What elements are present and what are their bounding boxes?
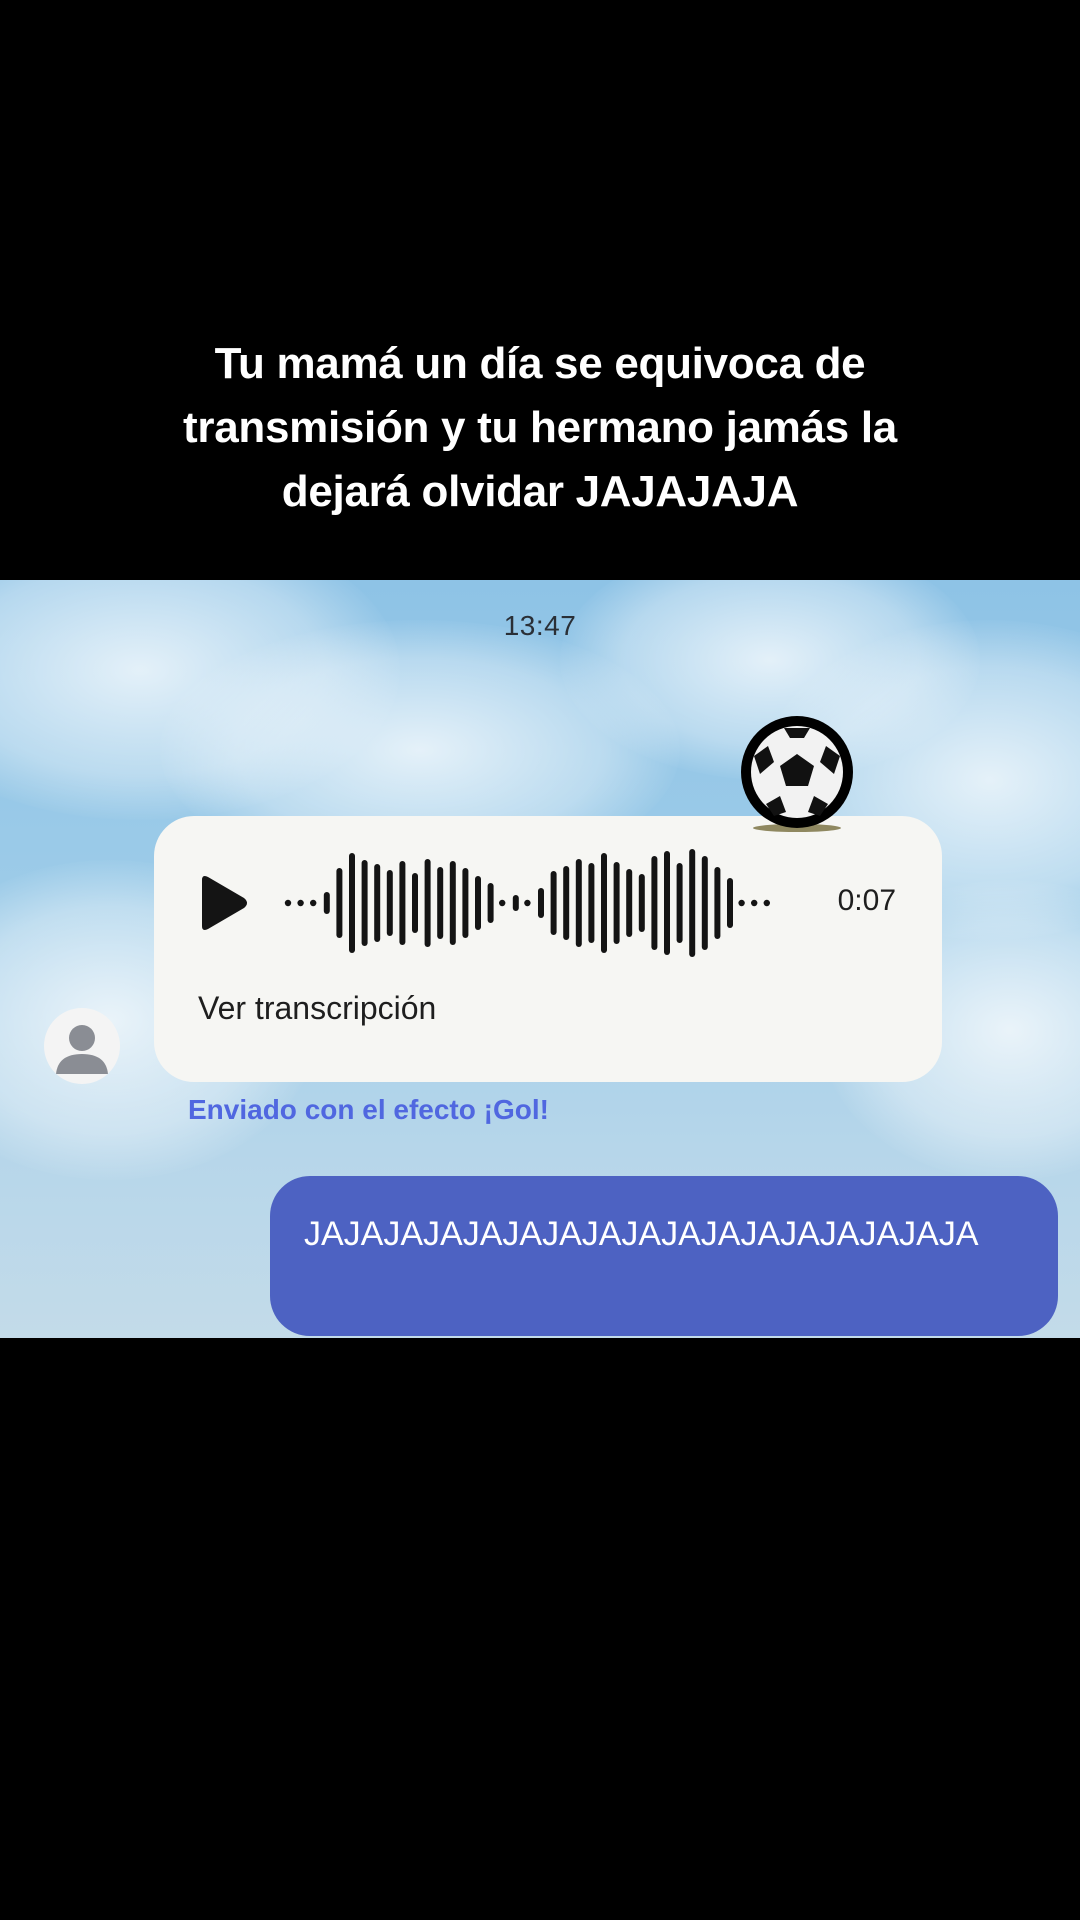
outgoing-message-text: JAJAJAJAJAJAJAJAJAJAJAJAJAJAJAJAJA bbox=[304, 1215, 979, 1253]
waveform-dot bbox=[297, 899, 304, 907]
waveform-bar bbox=[727, 878, 733, 928]
waveform-bar bbox=[588, 863, 595, 943]
sent-effect-note: Enviado con el efecto ¡Gol! bbox=[188, 1094, 549, 1125]
waveform-bar bbox=[563, 866, 570, 940]
soccer-ball-icon bbox=[738, 716, 856, 834]
waveform-bar bbox=[575, 859, 582, 947]
waveform-dot bbox=[524, 899, 531, 907]
audio-waveform bbox=[284, 849, 770, 957]
waveform-bar bbox=[701, 856, 708, 950]
waveform-bar bbox=[361, 860, 368, 946]
waveform-bar bbox=[601, 853, 607, 953]
waveform-bar bbox=[412, 873, 418, 933]
caption-text: Tu mamá un día se equivoca de transmisió… bbox=[183, 339, 897, 516]
waveform-bar bbox=[512, 895, 519, 911]
waveform-bar bbox=[475, 876, 481, 930]
waveform-bar bbox=[613, 862, 620, 944]
chat-screenshot: 13:47 0:07 Ver transcripción Enviado con… bbox=[0, 580, 1080, 1338]
waveform-bar bbox=[374, 864, 381, 942]
voice-duration: 0:07 bbox=[837, 884, 896, 917]
waveform-bar bbox=[386, 870, 393, 936]
waveform-bar bbox=[538, 888, 544, 918]
waveform-bar bbox=[550, 871, 557, 935]
waveform-bar bbox=[323, 892, 330, 914]
waveform-bar bbox=[626, 869, 633, 937]
waveform-bar bbox=[638, 874, 645, 932]
waveform-bar bbox=[449, 861, 456, 945]
waveform-bar bbox=[487, 883, 494, 923]
play-icon[interactable] bbox=[194, 874, 250, 932]
waveform-bar bbox=[336, 868, 343, 938]
waveform-bar bbox=[664, 851, 670, 955]
waveform-bar bbox=[349, 853, 355, 953]
outgoing-message-bubble[interactable]: JAJAJAJAJAJAJAJAJAJAJAJAJAJAJAJAJA bbox=[270, 1176, 1058, 1336]
message-timestamp: 13:47 bbox=[503, 610, 577, 641]
waveform-bar bbox=[462, 868, 469, 938]
waveform-bar bbox=[676, 863, 683, 943]
waveform-dot bbox=[738, 899, 745, 907]
waveform-bar bbox=[689, 849, 696, 957]
waveform-dot bbox=[310, 899, 317, 907]
waveform-bar bbox=[424, 859, 431, 947]
waveform-bar bbox=[399, 861, 406, 945]
waveform-bar bbox=[651, 856, 658, 950]
waveform-dot bbox=[499, 899, 506, 907]
waveform-dot bbox=[763, 899, 770, 907]
video-frame: Tu mamá un día se equivoca de transmisió… bbox=[0, 0, 1080, 1920]
contact-avatar[interactable] bbox=[44, 1008, 120, 1084]
waveform-bar bbox=[437, 867, 444, 939]
waveform-bar bbox=[714, 867, 721, 939]
voice-message-bubble[interactable]: 0:07 Ver transcripción bbox=[154, 816, 942, 1082]
waveform-dot bbox=[284, 899, 292, 907]
waveform-dot bbox=[751, 899, 758, 907]
view-transcript-link[interactable]: Ver transcripción bbox=[198, 990, 436, 1027]
